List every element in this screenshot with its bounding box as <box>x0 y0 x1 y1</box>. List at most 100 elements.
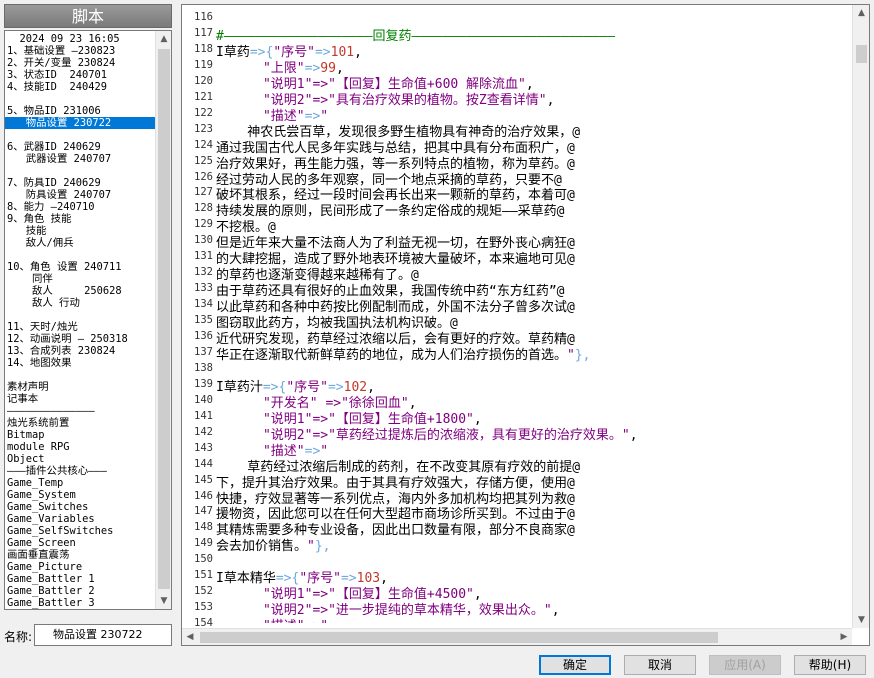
line-number: 121 <box>194 90 213 103</box>
line-number: 145 <box>194 473 213 486</box>
script-list-item[interactable]: 14、地图效果 <box>5 357 157 369</box>
scroll-down-icon[interactable]: ▼ <box>853 612 869 628</box>
scroll-left-icon[interactable]: ◀ <box>182 629 198 645</box>
script-list-item[interactable]: 9、角色 技能 <box>5 213 157 225</box>
script-editor-dialog: 脚本 2024 09 23 16:05 1、基础设置 —230823 2、开关/变量… <box>0 0 874 678</box>
script-list-item[interactable]: Bitmap <box>5 429 157 441</box>
line-number: 118 <box>194 42 213 55</box>
line-number: 120 <box>194 74 213 87</box>
script-list[interactable]: 2024 09 23 16:05 1、基础设置 —230823 2、开关/变量 23… <box>4 30 172 610</box>
code-area[interactable]: #———————————————————回复药—————————————————… <box>216 7 850 623</box>
script-list-item[interactable]: 烛光系统前置 <box>5 417 157 429</box>
script-list-item[interactable]: Game_System <box>5 489 157 501</box>
script-list-item[interactable]: Game_Battler 2 <box>5 585 157 597</box>
line-number: 140 <box>194 393 213 406</box>
line-number: 126 <box>194 170 213 183</box>
script-list-item[interactable]: 物品设置 230722 <box>5 117 157 129</box>
line-number: 122 <box>194 106 213 119</box>
script-list-item[interactable] <box>5 165 157 177</box>
script-list-item[interactable]: 11、天时/烛光 <box>5 321 157 333</box>
code-editor[interactable]: 116 117 118 119 120 121 122 123 124 125 126 127 128 1… <box>181 4 870 646</box>
script-list-item[interactable]: Object <box>5 453 157 465</box>
script-list-item[interactable]: 13、合成列表 230824 <box>5 345 157 357</box>
scroll-right-icon[interactable]: ▶ <box>836 629 852 645</box>
line-number: 117 <box>194 26 213 39</box>
script-list-item[interactable]: 10、角色 设置 240711 <box>5 261 157 273</box>
scroll-up-icon[interactable]: ▲ <box>853 5 869 21</box>
name-input[interactable]: 物品设置 230722 <box>34 624 172 646</box>
ok-button[interactable]: 确定 <box>539 655 611 675</box>
script-list-item[interactable]: 记事本 <box>5 393 157 405</box>
script-list-item[interactable]: 敌人 250628 <box>5 285 157 297</box>
line-number: 125 <box>194 154 213 167</box>
script-list-item[interactable]: 3、状态ID 240701 <box>5 69 157 81</box>
script-list-scroll-thumb[interactable] <box>158 49 170 589</box>
script-list-item[interactable] <box>5 129 157 141</box>
editor-vertical-scrollbar[interactable]: ▲ ▼ <box>852 5 869 628</box>
line-number: 143 <box>194 441 213 454</box>
script-list-item[interactable]: 2024 09 23 16:05 <box>5 33 157 45</box>
script-list-item[interactable]: 4、技能ID 240429 <box>5 81 157 93</box>
line-number: 148 <box>194 521 213 534</box>
scroll-up-icon[interactable]: ▲ <box>156 31 171 47</box>
script-list-item[interactable]: 敌人 行动 <box>5 297 157 309</box>
script-list-item[interactable]: 同伴 <box>5 273 157 285</box>
code-token: " <box>320 619 328 623</box>
script-list-item[interactable]: 2、开关/变量 230824 <box>5 57 157 69</box>
script-list-item[interactable]: Game_Switches <box>5 501 157 513</box>
line-number: 129 <box>194 218 213 231</box>
script-list-scrollbar[interactable]: ▲ ▼ <box>155 31 171 609</box>
script-list-item[interactable]: Game_Screen <box>5 537 157 549</box>
line-number: 116 <box>194 11 213 23</box>
script-list-item[interactable] <box>5 369 157 381</box>
script-list-item[interactable]: 防具设置 240707 <box>5 189 157 201</box>
line-number: 130 <box>194 234 213 247</box>
editor-horizontal-scroll-thumb[interactable] <box>200 632 718 643</box>
apply-button[interactable]: 应用(A) <box>709 655 781 675</box>
code-token: }, <box>574 347 591 363</box>
script-list-item[interactable]: 6、武器ID 240629 <box>5 141 157 153</box>
script-list-item[interactable]: 敌人/佣兵 <box>5 237 157 249</box>
script-list-item[interactable]: 画面垂直震荡 <box>5 549 157 561</box>
code-token: , <box>551 603 560 619</box>
script-list-item[interactable]: 武器设置 240707 <box>5 153 157 165</box>
script-list-items: 2024 09 23 16:05 1、基础设置 —230823 2、开关/变量 23… <box>5 33 157 609</box>
line-number: 134 <box>194 298 213 311</box>
script-list-item[interactable]: module RPG <box>5 441 157 453</box>
script-list-item[interactable]: 8、能力 —240710 <box>5 201 157 213</box>
script-list-item[interactable]: 素材声明 <box>5 381 157 393</box>
script-list-item[interactable]: Game_SelfSwitches <box>5 525 157 537</box>
script-list-item[interactable]: Game_Picture <box>5 561 157 573</box>
line-number: 139 <box>194 377 213 390</box>
script-list-item[interactable]: 1、基础设置 —230823 <box>5 45 157 57</box>
code-line[interactable]: 会去加价销售。"}, <box>216 535 331 554</box>
code-token: " <box>567 347 575 363</box>
script-list-item[interactable]: Game_Battler 3 <box>5 597 157 609</box>
script-list-title: 脚本 <box>4 4 172 28</box>
cancel-button[interactable]: 取消 <box>624 655 696 675</box>
script-list-item[interactable] <box>5 249 157 261</box>
script-list-item[interactable]: ———插件公共核心——— <box>5 465 157 477</box>
script-list-item[interactable]: —————————————— <box>5 405 157 417</box>
code-token: , <box>354 44 362 60</box>
line-number: 150 <box>194 553 213 566</box>
script-list-item[interactable] <box>5 93 157 105</box>
script-list-item[interactable]: Game_Temp <box>5 477 157 489</box>
script-list-item[interactable]: 5、物品ID 231006 <box>5 105 157 117</box>
scroll-down-icon[interactable]: ▼ <box>156 593 171 609</box>
script-list-item[interactable]: Game_Variables <box>5 513 157 525</box>
script-list-item[interactable]: Game_Battler 1 <box>5 573 157 585</box>
editor-vertical-scroll-thumb[interactable] <box>856 45 867 63</box>
line-number: 149 <box>194 537 213 550</box>
help-button[interactable]: 帮助(H) <box>794 655 866 675</box>
code-token: , <box>546 92 555 108</box>
script-list-item[interactable] <box>5 309 157 321</box>
script-list-item[interactable]: 技能 <box>5 225 157 237</box>
script-list-item[interactable]: 12、动画说明 — 250318 <box>5 333 157 345</box>
code-line[interactable]: 华正在逐渐取代新鲜草药的地位，成为人们治疗损伤的首选。"}, <box>216 344 591 363</box>
code-line[interactable]: "描述"=>" <box>216 615 328 623</box>
line-number: 151 <box>194 569 213 582</box>
script-list-item[interactable]: 7、防具ID 240629 <box>5 177 157 189</box>
line-number: 135 <box>194 314 213 327</box>
editor-horizontal-scrollbar[interactable]: ◀ ▶ <box>182 628 852 645</box>
